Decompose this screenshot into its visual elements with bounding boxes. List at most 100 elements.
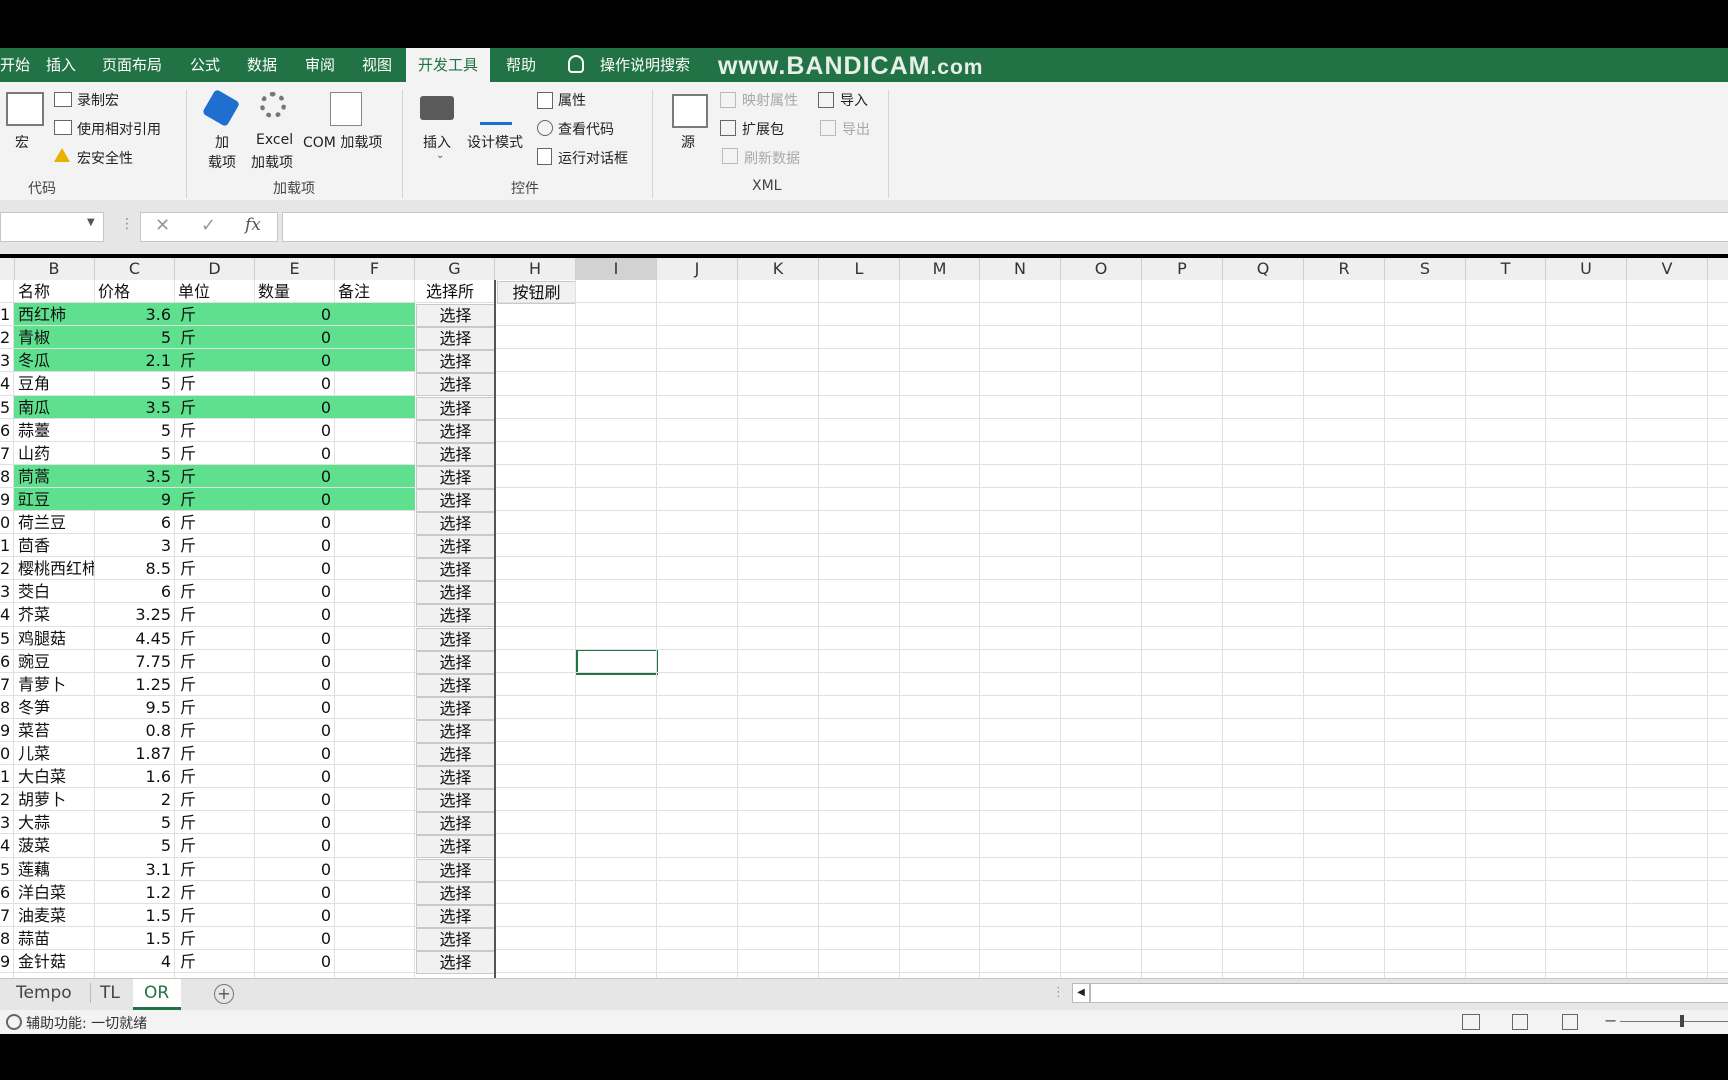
select-button[interactable]: 选择 [416,628,495,651]
row-number[interactable]: 8 [0,465,12,488]
chevron-down-icon[interactable]: ▼ [87,217,95,228]
cell-unit[interactable]: 斤 [180,349,250,372]
select-button[interactable]: 选择 [416,443,495,466]
row-number[interactable]: 2 [0,557,12,580]
zoom-out-icon[interactable]: − [1604,1011,1617,1030]
column-header[interactable]: L [819,258,900,280]
cell-qty[interactable]: 0 [255,904,331,927]
xml-source-button[interactable]: 源 [681,132,695,152]
cell-price[interactable]: 3.1 [95,858,171,881]
column-header[interactable]: T [1466,258,1546,280]
cell-qty[interactable]: 0 [255,534,331,557]
cell-name[interactable]: 青萝卜 [18,673,94,696]
cell-qty[interactable]: 0 [255,396,331,419]
toolbox-icon[interactable] [420,96,454,120]
cell-unit[interactable]: 斤 [180,603,250,626]
run-dialog-button[interactable]: 运行对话框 [558,148,628,168]
select-button[interactable]: 选择 [416,535,495,558]
row-number[interactable]: 7 [0,442,12,465]
cell-qty[interactable]: 0 [255,557,331,580]
row-number[interactable]: 5 [0,627,12,650]
macro-icon[interactable] [6,92,44,126]
cell-unit[interactable]: 斤 [180,881,250,904]
refresh-data-button[interactable]: 刷新数据 [744,148,800,168]
gear-icon[interactable] [260,92,286,118]
cell-qty[interactable]: 0 [255,811,331,834]
cell-name[interactable]: 大白菜 [18,765,94,788]
row-number[interactable]: 6 [0,881,12,904]
design-mode-icon[interactable] [480,92,512,125]
select-button[interactable]: 选择 [416,466,495,489]
column-header[interactable]: Q [1223,258,1304,280]
column-header[interactable]: P [1142,258,1223,280]
cell-unit[interactable]: 斤 [180,950,250,973]
sheet-tab-tempo[interactable]: Tempo [16,979,72,1007]
map-properties-button[interactable]: 映射属性 [742,90,798,110]
cell-qty[interactable]: 0 [255,465,331,488]
row-number[interactable]: 4 [0,603,12,626]
select-button[interactable]: 选择 [416,743,495,766]
tab-developer[interactable]: 开发工具 [406,48,491,84]
worksheet-grid[interactable]: 名称 价格 单位 数量 备注 选择所 按钮刷 1 西红柿 3.6 斤 0 选择 2 青椒 5 斤 0… [0,280,1728,978]
cell-qty[interactable]: 0 [255,372,331,395]
import-button[interactable]: 导入 [840,90,868,110]
cell-qty[interactable]: 0 [255,303,331,326]
cell-price[interactable]: 1.5 [95,927,171,950]
select-button[interactable]: 选择 [416,373,495,396]
cell-price[interactable]: 1.6 [95,765,171,788]
tab-review[interactable]: 审阅 [305,48,335,82]
row-number[interactable]: 5 [0,396,12,419]
column-header[interactable]: S [1385,258,1466,280]
cell-qty[interactable]: 0 [255,788,331,811]
cell-unit[interactable]: 斤 [180,811,250,834]
relative-reference-button[interactable]: 使用相对引用 [77,119,161,139]
cell-qty[interactable]: 0 [255,349,331,372]
header-cell-unit[interactable]: 单位 [178,280,254,303]
cell-name[interactable]: 冬瓜 [18,349,94,372]
select-all-corner[interactable] [0,258,15,280]
cell-price[interactable]: 1.25 [95,673,171,696]
view-code-button[interactable]: 查看代码 [558,119,614,139]
sheet-tab-tl[interactable]: TL [100,979,120,1007]
column-header[interactable]: G [415,258,495,280]
cell-name[interactable]: 胡萝卜 [18,788,94,811]
cell-qty[interactable]: 0 [255,927,331,950]
row-number[interactable]: 1 [0,303,12,326]
select-button[interactable]: 选择 [416,812,495,835]
cell-qty[interactable]: 0 [255,719,331,742]
cell-qty[interactable]: 0 [255,742,331,765]
cell-name[interactable]: 樱桃西红柿 [18,557,94,580]
row-number[interactable]: 0 [0,742,12,765]
cell-unit[interactable]: 斤 [180,488,250,511]
row-number[interactable]: 4 [0,372,12,395]
cell-name[interactable]: 油麦菜 [18,904,94,927]
select-button[interactable]: 选择 [416,720,495,743]
cell-name[interactable]: 豌豆 [18,650,94,673]
cell-qty[interactable]: 0 [255,950,331,973]
more-options-icon[interactable]: ⋮ [120,216,134,232]
insert-control-button[interactable]: 插入 [423,132,451,152]
row-number[interactable]: 1 [0,534,12,557]
select-button[interactable]: 选择 [416,882,495,905]
column-header[interactable]: K [738,258,819,280]
select-button[interactable]: 选择 [416,951,495,974]
export-button[interactable]: 导出 [842,119,870,139]
cell-qty[interactable]: 0 [255,881,331,904]
cell-name[interactable]: 金针菇 [18,950,94,973]
sheet-tab-or[interactable]: OR [144,979,169,1007]
select-button[interactable]: 选择 [416,397,495,420]
zoom-slider[interactable] [1620,1021,1728,1022]
cell-qty[interactable]: 0 [255,442,331,465]
cell-unit[interactable]: 斤 [180,673,250,696]
select-button[interactable]: 选择 [416,489,495,512]
cell-name[interactable]: 豇豆 [18,488,94,511]
status-text[interactable]: 辅助功能: 一切就绪 [26,1013,147,1033]
cell-name[interactable]: 芥菜 [18,603,94,626]
cell-unit[interactable]: 斤 [180,326,250,349]
page-layout-view-icon[interactable] [1512,1014,1528,1030]
column-header[interactable]: F [335,258,415,280]
cell-name[interactable]: 南瓜 [18,396,94,419]
tab-formulas[interactable]: 公式 [190,48,220,82]
cell-price[interactable]: 4.45 [95,627,171,650]
cell-unit[interactable]: 斤 [180,834,250,857]
